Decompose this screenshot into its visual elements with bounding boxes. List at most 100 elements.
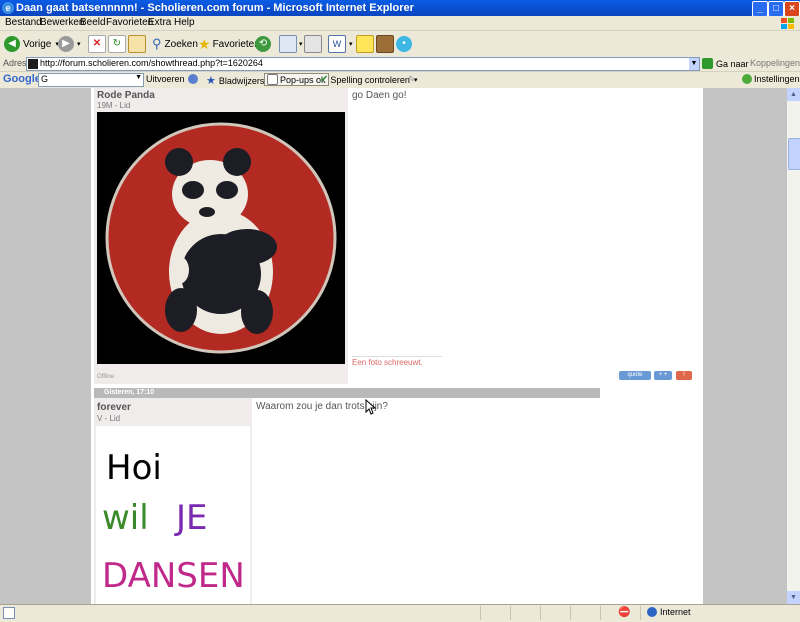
spellcheck-label: Spelling controleren [330,74,410,85]
word-icon: W [328,35,346,53]
go-arrow-icon [702,58,713,69]
mail-button[interactable]: ▾ [279,34,303,54]
vertical-scrollbar[interactable]: ▲ ▼ [787,88,800,604]
google-search-icon [187,74,198,84]
go-button[interactable]: Ga naar [702,58,749,69]
home-button[interactable] [128,34,146,54]
search-icon: ⚲ [152,36,162,51]
favorites-button[interactable]: ★ Favorieten [198,34,260,54]
settings-icon [742,74,752,84]
post-userinfo: Rode Panda 19M - Lid Offline [94,88,348,384]
scroll-thumb[interactable] [788,138,800,170]
windows-logo-icon [781,18,794,29]
popup-icon [267,74,278,85]
window-title: Daan gaat batsennnnn! - Scholieren.com f… [16,2,414,14]
chevron-down-icon: ▾ [77,41,81,48]
address-bar: Adres http://forum.scholieren.com/showth… [0,57,800,72]
search-button[interactable]: ⚲ Zoeken [152,34,198,54]
google-search-value: G [41,74,49,84]
post-body: go Daen go! Een foto schreeuwt. [349,88,694,384]
scroll-down-icon[interactable]: ▼ [787,591,800,604]
signature-divider [352,356,442,357]
status-divider [510,606,511,620]
menu-extra[interactable]: Extra [148,17,171,28]
google-logo-text: Google [3,73,41,85]
address-input[interactable]: http://forum.scholieren.com/showthread.p… [26,57,700,71]
links-button[interactable]: Koppelingen [750,58,800,68]
status-bar: ⛔ Internet [0,604,800,622]
research-button[interactable] [376,34,394,54]
forum-page: Rode Panda 19M - Lid Offline go Daen go!… [91,88,703,604]
user-title: 19M - Lid [97,101,131,110]
menu-bewerken[interactable]: Bewerken [40,17,84,28]
post-date: Gisteren, 17:10 [104,389,155,396]
close-button[interactable]: × [784,1,800,17]
messenger-icon: • [396,36,412,52]
menu-favorieten[interactable]: Favorieten [106,17,153,28]
username-link[interactable]: forever [97,402,131,413]
research-icon [376,35,394,53]
username-link[interactable]: Rode Panda [97,90,155,101]
post-userinfo: forever V - Lid Hoi wil JE DANSEN [94,398,252,604]
history-button[interactable]: ⟲ [255,34,274,54]
edit-button[interactable]: W ▾ [328,34,353,54]
post-signature: Een foto schreeuwt. [352,358,423,367]
forward-button[interactable]: ▶ ▾ [58,34,81,54]
favorites-label: Favorieten [212,38,260,50]
status-divider [570,606,571,620]
ie-icon: e [2,2,14,14]
report-button[interactable]: ! [676,371,692,380]
standard-toolbar: ◀ Vorige ▾ ▶ ▾ ✕ ↻ ⚲ Zoeken ★ Favorieten… [0,31,800,58]
popups-button[interactable]: Pop-ups ok [264,73,329,86]
print-button[interactable] [304,34,322,54]
multiquote-button[interactable]: + + [654,371,672,380]
avatar [97,112,345,364]
checkmark-icon: ✔ [320,74,329,85]
security-zone: Internet [660,607,691,617]
star-icon: ★ [206,75,216,87]
status-divider [540,606,541,620]
highlighter-icon[interactable]: ✎ [408,74,416,85]
messenger-button[interactable]: • [396,34,415,54]
minimize-button[interactable]: _ [752,1,768,17]
history-icon: ⟲ [255,36,271,52]
menu-bestand[interactable]: Bestand [5,17,42,28]
refresh-button[interactable]: ↻ [108,34,126,54]
spellcheck-button[interactable]: ✔ Spelling controleren ▾ [320,74,417,85]
back-button[interactable]: ◀ Vorige ▾ [4,34,59,54]
discuss-button[interactable] [356,34,374,54]
page-viewport: Rode Panda 19M - Lid Offline go Daen go!… [0,88,787,604]
address-label: Adres [3,58,27,68]
page-gutter [601,385,703,604]
globe-icon [647,607,657,617]
settings-button[interactable]: Instellingen ▾ [742,74,800,84]
chevron-down-icon[interactable]: ▼ [135,74,142,81]
menu-help[interactable]: Help [174,17,195,28]
print-icon [304,35,322,53]
google-search-input[interactable]: G ▼ [38,73,144,87]
menu-bar: Bestand Bewerken Beeld Favorieten Extra … [0,16,800,31]
popup-blocked-icon[interactable]: ⛔ [618,607,630,618]
mouse-cursor-icon [365,399,377,415]
avatar: Hoi wil JE DANSEN [96,426,250,604]
bookmarks-label: Bladwijzers [218,75,265,86]
scroll-up-icon[interactable]: ▲ [787,88,800,101]
maximize-button[interactable]: □ [768,1,784,17]
post-date-bar: Gisteren, 17:10 [94,388,600,398]
bookmarks-button[interactable]: ★ Bladwijzers ▾ [206,74,269,87]
menu-beeld[interactable]: Beeld [80,17,106,28]
back-label: Vorige [23,38,52,50]
google-run-label: Uitvoeren [146,74,185,84]
mail-icon [279,35,297,53]
status-divider [640,606,641,620]
stop-button[interactable]: ✕ [88,34,106,54]
popups-label: Pop-ups ok [280,74,326,85]
window-titlebar: e Daan gaat batsennnnn! - Scholieren.com… [0,0,800,17]
quote-button[interactable]: quote [619,371,651,380]
page-status-icon [3,607,15,619]
chevron-down-icon[interactable]: ▼ [689,58,699,70]
avatar-text-hoi: Hoi [106,448,162,488]
search-label: Zoeken [164,38,198,50]
google-run-button[interactable]: Uitvoeren [146,74,201,84]
refresh-icon: ↻ [108,35,126,53]
